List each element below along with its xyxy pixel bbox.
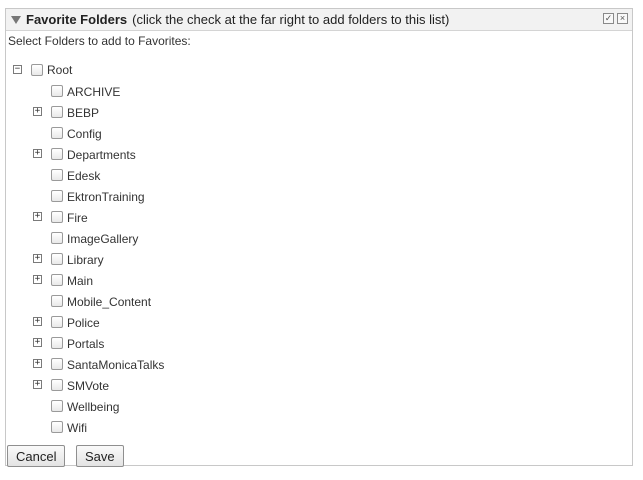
folder-checkbox[interactable] xyxy=(51,337,63,349)
tree-item-label: Library xyxy=(67,253,104,267)
collapse-arrow-icon[interactable] xyxy=(11,16,21,24)
check-icon[interactable]: ✓ xyxy=(603,13,614,24)
expand-icon[interactable]: + xyxy=(33,275,42,284)
instruction-text: Select Folders to add to Favorites: xyxy=(8,34,191,48)
tree-row-smvote: + SMVote xyxy=(6,376,626,394)
tree-item-label: Edesk xyxy=(67,169,101,183)
root-checkbox[interactable] xyxy=(31,64,43,76)
close-icon[interactable]: × xyxy=(617,13,628,24)
expand-icon[interactable]: + xyxy=(33,107,42,116)
expand-icon[interactable]: + xyxy=(33,254,42,263)
panel-subtitle: (click the check at the far right to add… xyxy=(132,12,450,27)
tree-row-portals: + Portals xyxy=(6,334,626,352)
folder-checkbox[interactable] xyxy=(51,148,63,160)
tree-item-label: ImageGallery xyxy=(67,232,139,246)
tree-item-label: Departments xyxy=(67,148,136,162)
tree-row-wellbeing: Wellbeing xyxy=(6,397,626,415)
tree-item-label: Wifi xyxy=(67,421,87,435)
tree-row-library: + Library xyxy=(6,250,626,268)
tree-item-label: Portals xyxy=(67,337,105,351)
folder-checkbox[interactable] xyxy=(51,253,63,265)
panel-header[interactable]: Favorite Folders (click the check at the… xyxy=(6,9,632,31)
header-icons: ✓ × xyxy=(603,13,628,24)
tree-row-fire: + Fire xyxy=(6,208,626,226)
expand-icon[interactable]: + xyxy=(33,317,42,326)
tree-row-archive: ARCHIVE xyxy=(6,82,626,100)
tree-row-departments: + Departments xyxy=(6,145,626,163)
tree-item-label: EktronTraining xyxy=(67,190,145,204)
tree-row-mobile-content: Mobile_Content xyxy=(6,292,626,310)
expand-icon[interactable]: + xyxy=(33,380,42,389)
tree-item-label: Config xyxy=(67,127,102,141)
collapse-root-icon[interactable]: − xyxy=(13,65,22,74)
tree-item-label: ARCHIVE xyxy=(67,85,121,99)
folder-checkbox[interactable] xyxy=(51,274,63,286)
panel-title: Favorite Folders xyxy=(26,12,128,27)
folder-checkbox[interactable] xyxy=(51,295,63,307)
folder-checkbox[interactable] xyxy=(51,106,63,118)
tree-row-police: + Police xyxy=(6,313,626,331)
folder-checkbox[interactable] xyxy=(51,379,63,391)
tree-item-label: Root xyxy=(47,63,73,77)
tree-item-label: SMVote xyxy=(67,379,110,393)
favorite-folders-panel: Favorite Folders (click the check at the… xyxy=(5,8,633,467)
tree-item-label: Police xyxy=(67,316,100,330)
expand-icon[interactable]: + xyxy=(33,149,42,158)
tree-row-imagegallery: ImageGallery xyxy=(6,229,626,247)
folder-checkbox[interactable] xyxy=(51,421,63,433)
folder-checkbox[interactable] xyxy=(51,169,63,181)
folder-checkbox[interactable] xyxy=(51,358,63,370)
tree-row-ektrontraining: EktronTraining xyxy=(6,187,626,205)
tree-row-wifi: Wifi xyxy=(6,418,626,436)
expand-icon[interactable]: + xyxy=(33,212,42,221)
tree-item-label: Main xyxy=(67,274,94,288)
tree-item-label: Mobile_Content xyxy=(67,295,152,309)
tree-item-label: SantaMonicaTalks xyxy=(67,358,165,372)
expand-icon[interactable]: + xyxy=(33,359,42,368)
tree-row-santamonicatalks: + SantaMonicaTalks xyxy=(6,355,626,373)
save-button[interactable]: Save xyxy=(76,445,124,467)
folder-checkbox[interactable] xyxy=(51,232,63,244)
tree-row-edesk: Edesk xyxy=(6,166,626,184)
tree-row-bebp: + BEBP xyxy=(6,103,626,121)
folder-checkbox[interactable] xyxy=(51,190,63,202)
tree-row-main: + Main xyxy=(6,271,626,289)
tree-item-label: Fire xyxy=(67,211,88,225)
tree-item-label: BEBP xyxy=(67,106,100,120)
expand-icon[interactable]: + xyxy=(33,338,42,347)
tree-row-root: − Root xyxy=(6,61,626,79)
folder-checkbox[interactable] xyxy=(51,85,63,97)
cancel-button[interactable]: Cancel xyxy=(7,445,66,467)
folder-checkbox[interactable] xyxy=(51,211,63,223)
tree-item-label: Wellbeing xyxy=(67,400,120,414)
tree-row-config: Config xyxy=(6,124,626,142)
folder-checkbox[interactable] xyxy=(51,400,63,412)
folder-checkbox[interactable] xyxy=(51,127,63,139)
folder-checkbox[interactable] xyxy=(51,316,63,328)
